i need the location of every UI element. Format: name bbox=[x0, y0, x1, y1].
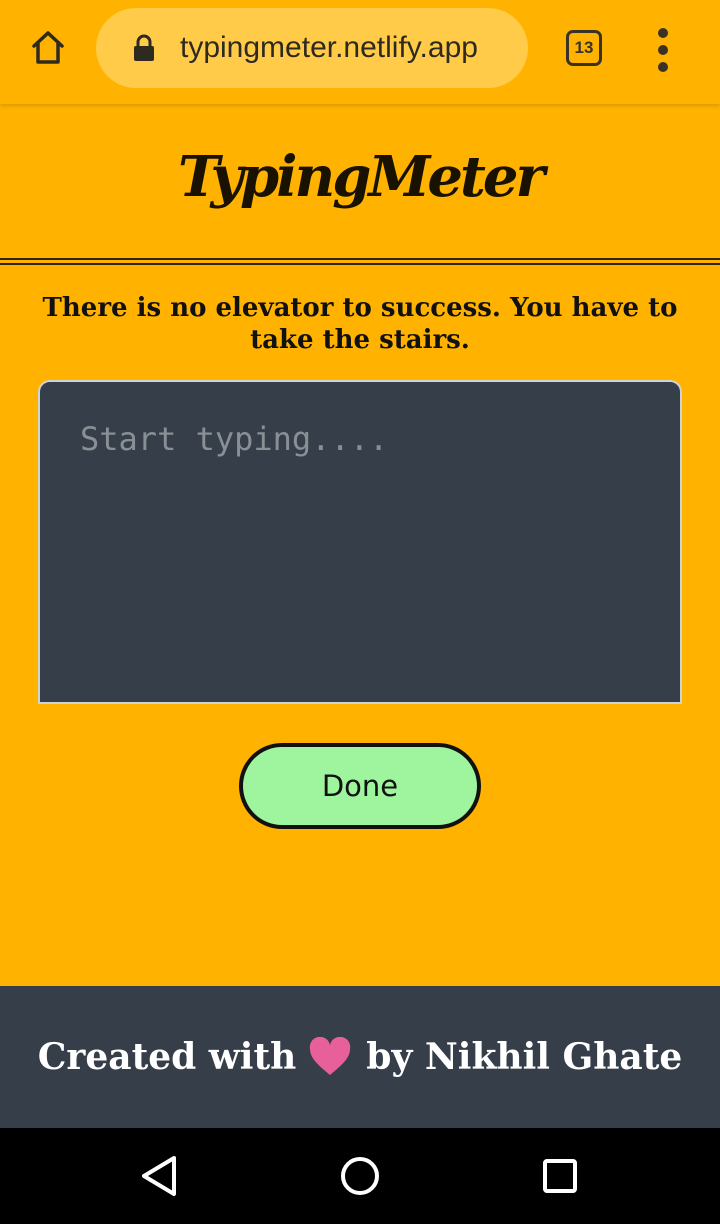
back-icon[interactable] bbox=[136, 1152, 184, 1200]
typing-input[interactable] bbox=[38, 380, 682, 704]
tabs-button[interactable]: 13 bbox=[566, 30, 602, 66]
footer: Created with by Nikhil Ghate bbox=[0, 986, 720, 1128]
heart-icon bbox=[310, 1037, 351, 1075]
app-logo: TypingMeter bbox=[178, 144, 545, 210]
home-button[interactable] bbox=[22, 24, 74, 72]
address-bar[interactable]: typingmeter.netlify.app bbox=[96, 8, 528, 88]
quote-text: There is no elevator to success. You hav… bbox=[42, 293, 678, 355]
home-icon bbox=[32, 31, 64, 64]
url-text: typingmeter.netlify.app bbox=[180, 31, 478, 64]
app-header: TypingMeter bbox=[0, 104, 720, 260]
home-circle-icon[interactable] bbox=[336, 1152, 384, 1200]
header-divider-secondary bbox=[0, 263, 720, 265]
system-nav-bar bbox=[0, 1128, 720, 1224]
recents-icon[interactable] bbox=[536, 1152, 584, 1200]
more-vert-icon[interactable] bbox=[648, 28, 680, 72]
lock-icon bbox=[134, 34, 154, 61]
footer-prefix: Created with bbox=[37, 1036, 297, 1078]
done-button[interactable]: Done bbox=[239, 743, 481, 829]
header-divider bbox=[0, 258, 720, 260]
footer-author: by Nikhil Ghate bbox=[366, 1036, 683, 1078]
browser-toolbar: typingmeter.netlify.app 13 bbox=[0, 0, 720, 104]
tab-count: 13 bbox=[574, 38, 594, 57]
